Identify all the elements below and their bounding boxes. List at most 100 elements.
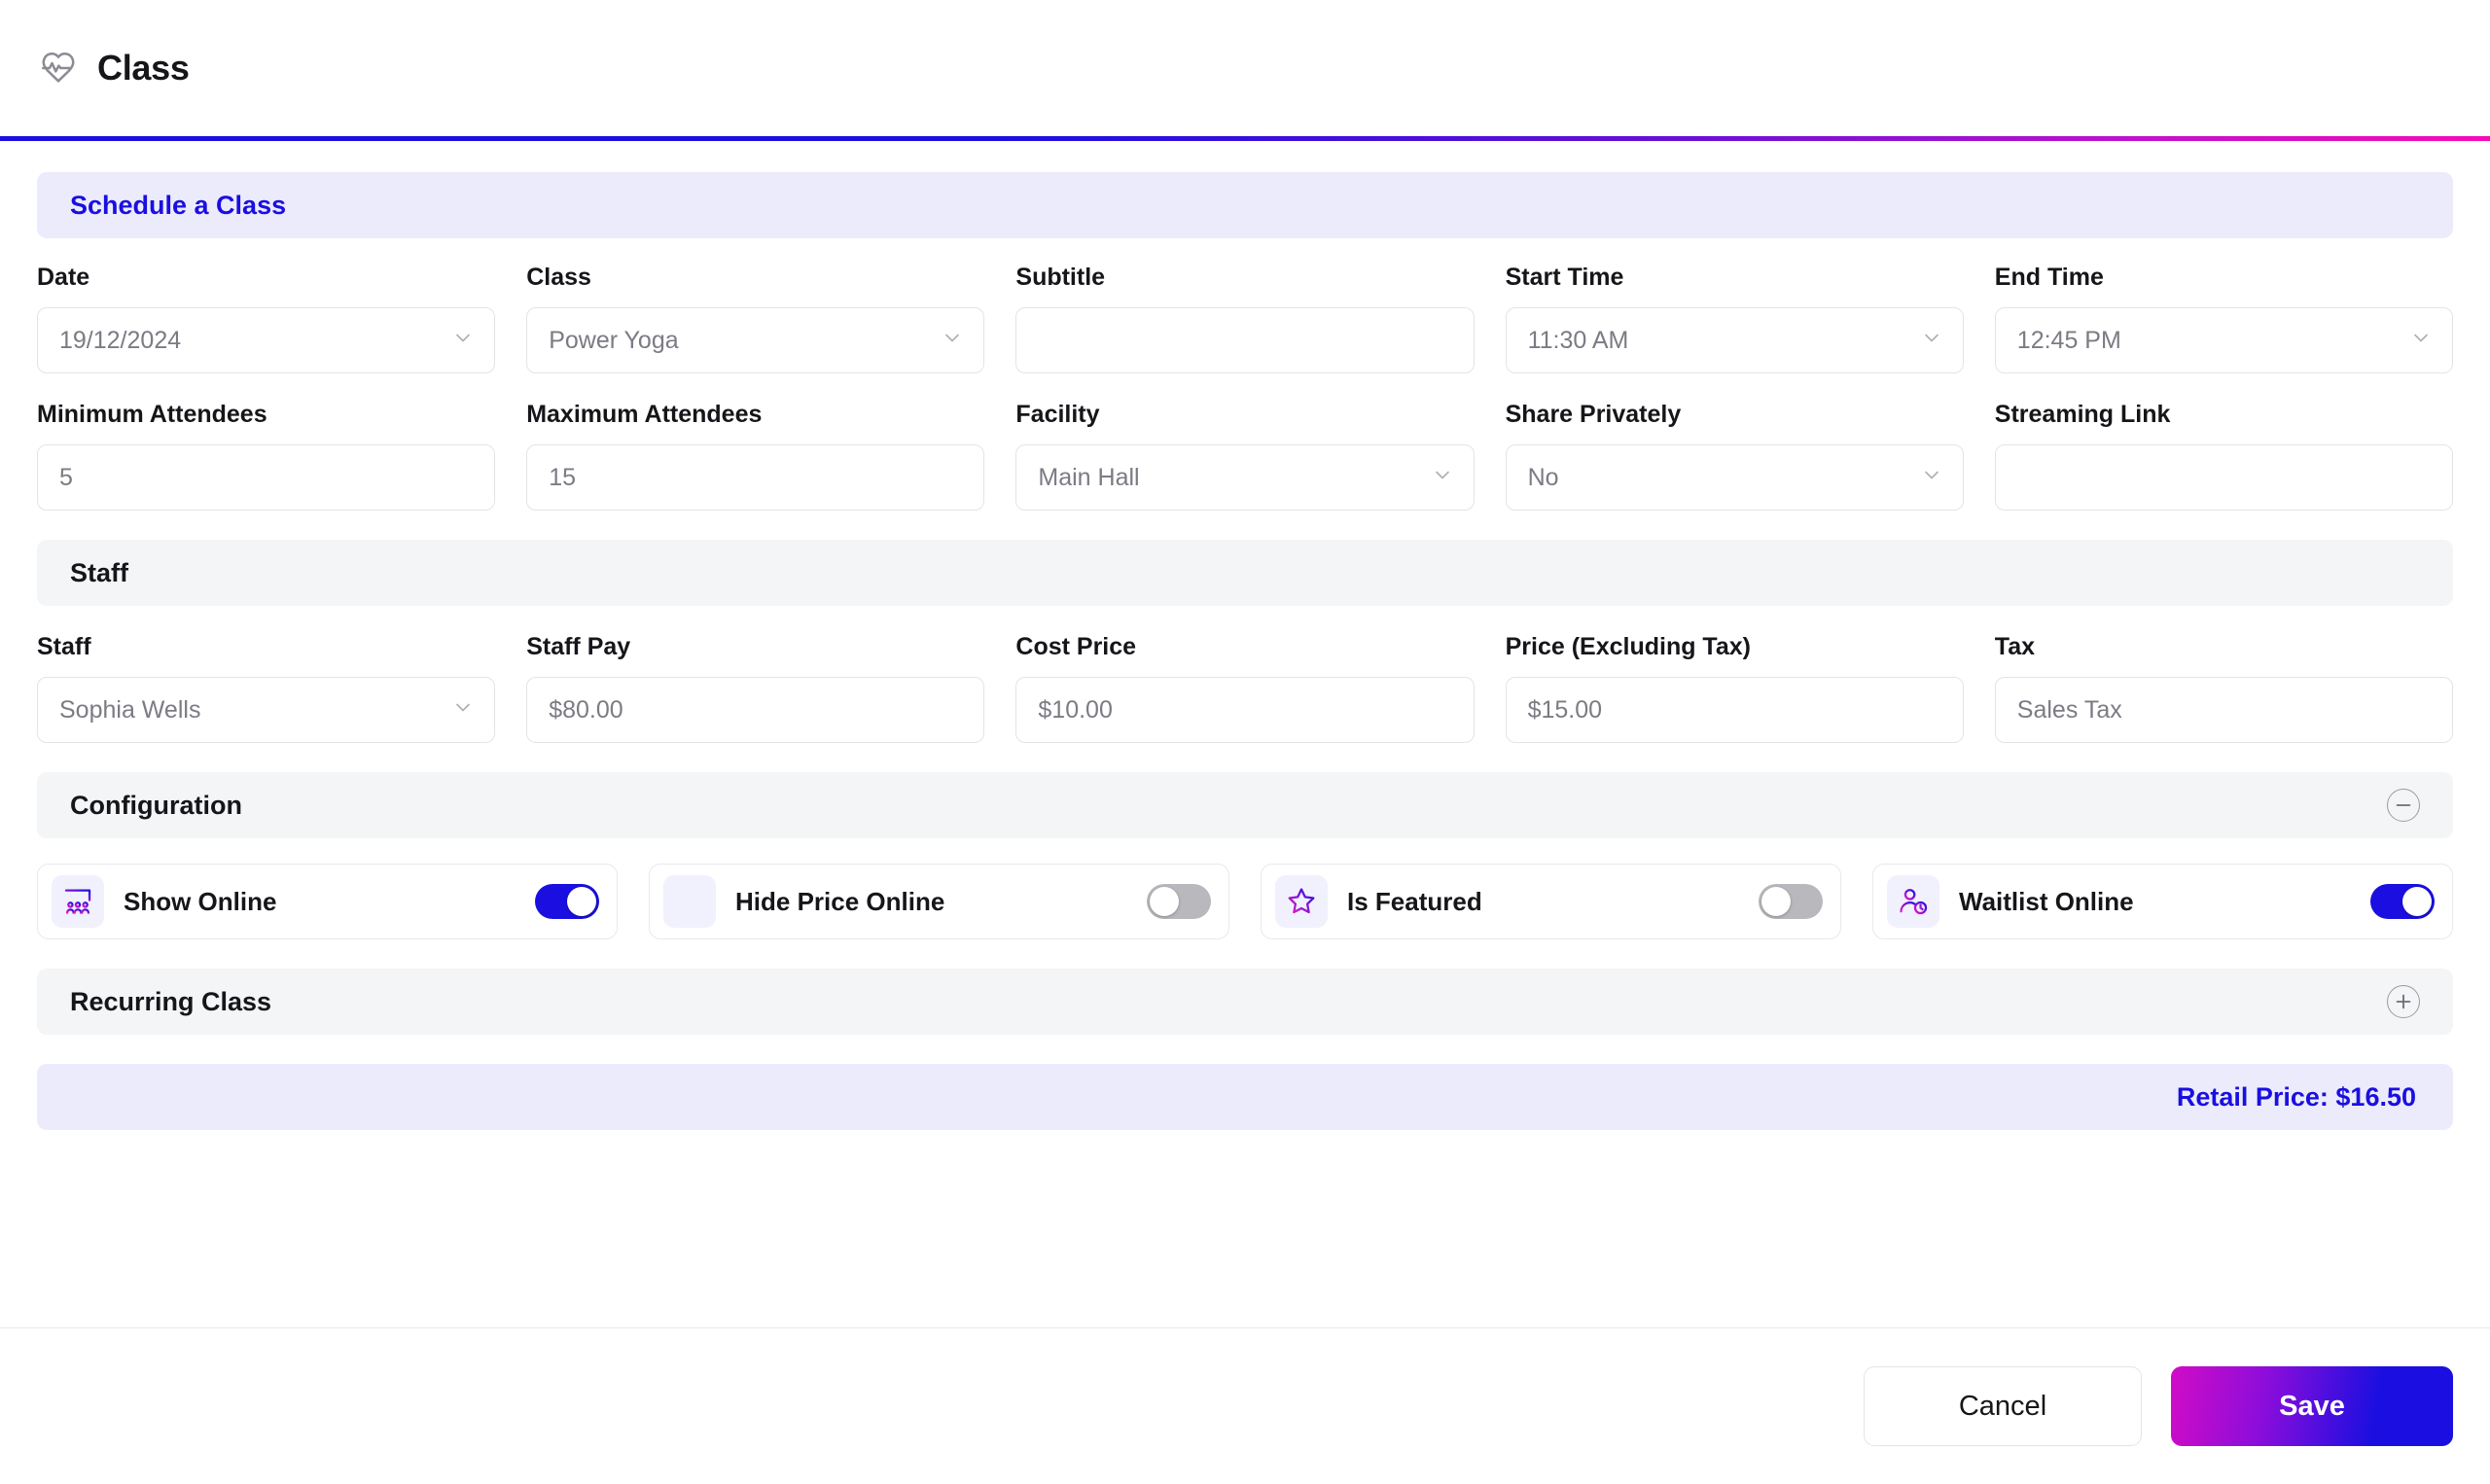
share-privately-select[interactable]: No: [1505, 444, 1964, 511]
toggle-card-waitlist-online[interactable]: Waitlist Online: [1872, 864, 2453, 939]
staff-select[interactable]: Sophia Wells: [37, 677, 496, 743]
chevron-down-icon: [1431, 464, 1454, 492]
configuration-toggle-cards: Show Online Hide Price Online Is Feature…: [0, 838, 2490, 939]
field-value: 19/12/2024: [59, 326, 182, 354]
chevron-down-icon: [451, 696, 475, 724]
field-label: Staff: [37, 633, 91, 660]
toggle-knob: [567, 887, 596, 916]
field-start-time: Start Time 11:30 AM: [1505, 238, 1964, 373]
chevron-down-icon: [1920, 327, 1943, 355]
save-button[interactable]: Save: [2171, 1366, 2453, 1446]
field-end-time: End Time 12:45 PM: [1994, 238, 2453, 373]
hide-price-online-toggle[interactable]: [1147, 884, 1211, 919]
toggle-card-label: Show Online: [124, 886, 277, 916]
chevron-down-icon: [2409, 327, 2433, 355]
group-people-icon: [52, 875, 104, 928]
section-title-configuration: Configuration: [70, 790, 242, 820]
field-class: Class Power Yoga: [526, 238, 985, 373]
toggle-card-label: Hide Price Online: [735, 886, 945, 916]
toggle-card-label: Waitlist Online: [1959, 886, 2134, 916]
field-label: Class: [526, 264, 591, 291]
toggle-knob: [1150, 887, 1179, 916]
field-share-privately: Share Privately No: [1505, 373, 1964, 511]
staff-fields-row: Staff Sophia Wells Staff Pay $80.00 Cost…: [0, 606, 2490, 743]
class-scheduler-window: Class Schedule a Class Date 19/12/2024 C…: [0, 0, 2490, 1484]
end-time-select[interactable]: 12:45 PM: [1994, 307, 2453, 373]
class-select[interactable]: Power Yoga: [526, 307, 985, 373]
facility-select[interactable]: Main Hall: [1015, 444, 1475, 511]
barcode-icon: [663, 875, 716, 928]
cancel-button[interactable]: Cancel: [1864, 1366, 2142, 1446]
chevron-down-icon: [941, 327, 964, 355]
field-value: 12:45 PM: [2016, 326, 2121, 354]
streaming-link-input[interactable]: [1994, 444, 2453, 511]
chevron-down-icon: [451, 327, 475, 355]
field-label: Minimum Attendees: [37, 401, 267, 428]
minimum-attendees-input[interactable]: 5: [37, 444, 496, 511]
field-value: Main Hall: [1038, 463, 1140, 491]
field-price-excluding-tax: Price (Excluding Tax) $15.00: [1505, 606, 1964, 743]
field-value: Power Yoga: [549, 326, 679, 354]
dialog-footer: Cancel Save: [0, 1328, 2490, 1484]
subtitle-input[interactable]: [1015, 307, 1475, 373]
field-label: Subtitle: [1015, 264, 1106, 291]
field-value: 15: [549, 463, 576, 491]
toggle-card-show-online[interactable]: Show Online: [37, 864, 618, 939]
footer-divider: [0, 1326, 2490, 1328]
tax-input[interactable]: Sales Tax: [1994, 677, 2453, 743]
field-label: Date: [37, 264, 90, 291]
staff-pay-input[interactable]: $80.00: [526, 677, 985, 743]
date-select[interactable]: 19/12/2024: [37, 307, 496, 373]
field-maximum-attendees: Maximum Attendees 15: [526, 373, 985, 511]
field-label: Staff Pay: [526, 633, 631, 660]
is-featured-toggle[interactable]: [1759, 884, 1823, 919]
field-staff: Staff Sophia Wells: [37, 606, 496, 743]
field-label: Start Time: [1505, 264, 1624, 291]
retail-price-value: Retail Price: $16.50: [2176, 1081, 2416, 1112]
window-titlebar: Class: [0, 0, 2490, 136]
start-time-select[interactable]: 11:30 AM: [1505, 307, 1964, 373]
section-title-recurring-class: Recurring Class: [70, 986, 272, 1016]
field-value: 5: [59, 463, 73, 491]
toggle-knob: [2402, 887, 2432, 916]
field-value: Sophia Wells: [59, 695, 201, 724]
toggle-card-label: Is Featured: [1347, 886, 1482, 916]
field-label: Streaming Link: [1994, 401, 2171, 428]
minus-circle-icon[interactable]: [2387, 789, 2420, 822]
field-label: Share Privately: [1505, 401, 1682, 428]
retail-price-bar: Retail Price: $16.50: [37, 1064, 2453, 1130]
field-value: 11:30 AM: [1527, 326, 1629, 354]
chevron-down-icon: [1920, 464, 1943, 492]
field-value: $15.00: [1527, 695, 1603, 724]
toggle-card-is-featured[interactable]: Is Featured: [1261, 864, 1841, 939]
schedule-fields-row-2: Minimum Attendees 5 Maximum Attendees 15…: [0, 373, 2490, 511]
field-value: No: [1527, 463, 1559, 491]
field-streaming-link: Streaming Link: [1994, 373, 2453, 511]
page-title: Class: [97, 48, 190, 88]
field-label: Cost Price: [1015, 633, 1137, 660]
field-label: Price (Excluding Tax): [1505, 633, 1751, 660]
field-value: Sales Tax: [2016, 695, 2122, 724]
field-label: End Time: [1994, 264, 2104, 291]
form-body: Schedule a Class Date 19/12/2024 Class P…: [0, 141, 2490, 1328]
section-header-configuration[interactable]: Configuration: [37, 772, 2453, 838]
heart-pulse-icon: [37, 47, 80, 89]
section-title-staff: Staff: [70, 557, 128, 587]
section-header-recurring-class[interactable]: Recurring Class: [37, 969, 2453, 1035]
maximum-attendees-input[interactable]: 15: [526, 444, 985, 511]
cost-price-input[interactable]: $10.00: [1015, 677, 1475, 743]
field-label: Maximum Attendees: [526, 401, 763, 428]
person-clock-icon: [1887, 875, 1939, 928]
show-online-toggle[interactable]: [535, 884, 599, 919]
section-header-schedule: Schedule a Class: [37, 172, 2453, 238]
toggle-card-hide-price-online[interactable]: Hide Price Online: [649, 864, 1229, 939]
price-excluding-tax-input[interactable]: $15.00: [1505, 677, 1964, 743]
field-staff-pay: Staff Pay $80.00: [526, 606, 985, 743]
field-date: Date 19/12/2024: [37, 238, 496, 373]
field-minimum-attendees: Minimum Attendees 5: [37, 373, 496, 511]
star-icon: [1275, 875, 1328, 928]
waitlist-online-toggle[interactable]: [2370, 884, 2435, 919]
field-cost-price: Cost Price $10.00: [1015, 606, 1475, 743]
plus-circle-icon[interactable]: [2387, 985, 2420, 1018]
field-facility: Facility Main Hall: [1015, 373, 1475, 511]
